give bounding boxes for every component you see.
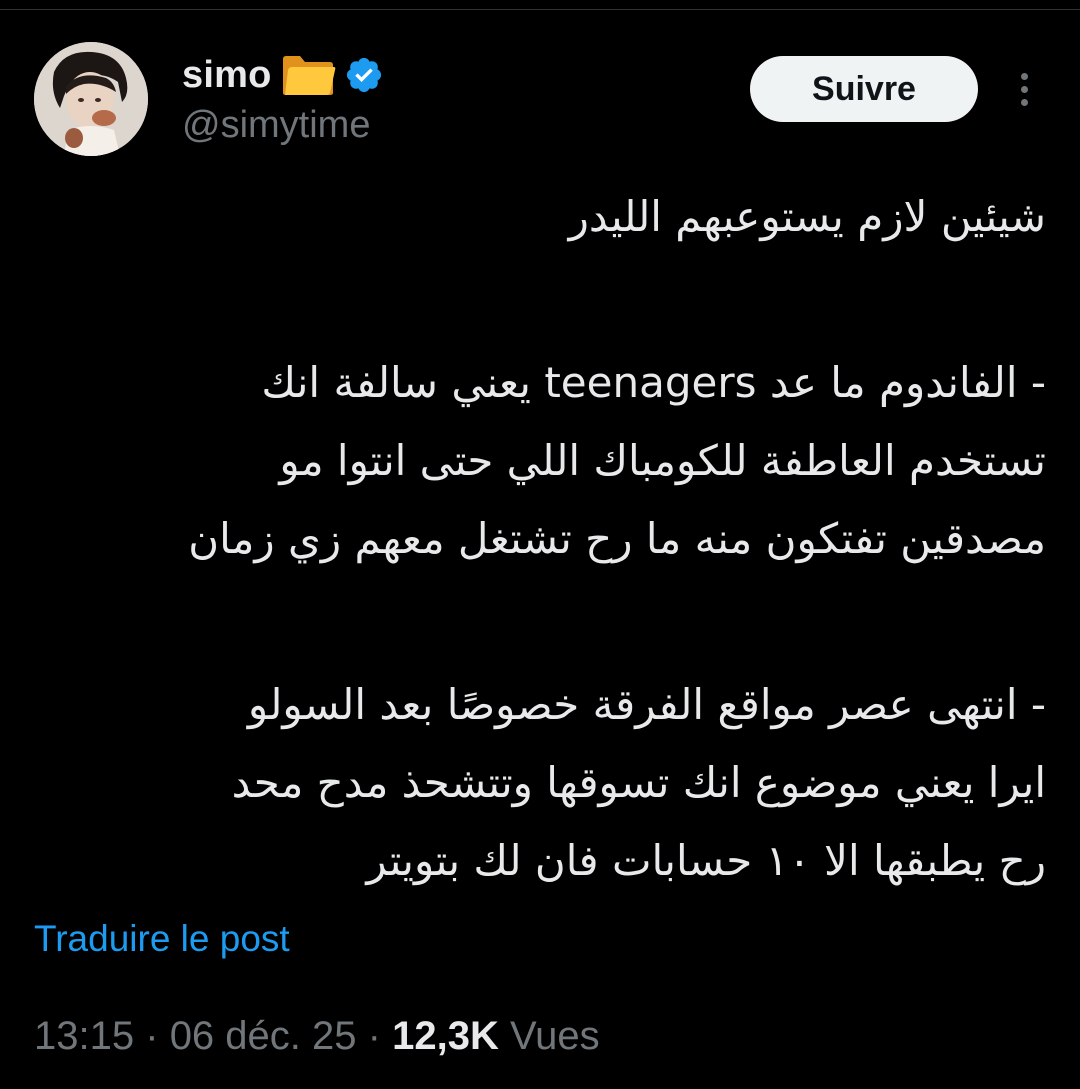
views-count[interactable]: 12,3K — [392, 1014, 499, 1058]
tweet-line: مصدقين تفتكون منه ما رح تشتغل معهم زي زم… — [188, 514, 1046, 563]
verified-icon[interactable] — [344, 55, 384, 95]
more-dot — [1020, 98, 1028, 106]
tweet-line: ايرا يعني موضوع انك تسوقها وتتشحذ مدح مح… — [231, 758, 1046, 807]
top-divider — [0, 0, 1080, 10]
tweet-text: شيئين لازم يستوعبهم الليدر - الفاندوم ما… — [188, 178, 1046, 900]
tweet-line: شيئين لازم يستوعبهم الليدر — [568, 192, 1046, 241]
tweet-date[interactable]: 06 déc. 25 — [170, 1014, 357, 1058]
tweet-line: - انتهى عصر مواقع الفرقة خصوصًا بعد السو… — [247, 680, 1046, 729]
tweet-line: - الفاندوم ما عد teenagers يعني سالفة ان… — [261, 358, 1046, 407]
author-handle[interactable]: @simytime — [182, 104, 370, 147]
folder-icon — [280, 53, 336, 97]
author-name-row[interactable]: simo — [182, 50, 384, 100]
tweet-meta: 13:15 · 06 déc. 25 · 12,3K Vues — [34, 1014, 600, 1059]
avatar[interactable] — [34, 42, 148, 156]
meta-separator: · — [367, 1014, 381, 1058]
tweet-line: رح يطبقها الا ١٠ حسابات فان لك بتويتر — [366, 836, 1046, 885]
author-display-name[interactable]: simo — [182, 54, 272, 97]
translate-post-link[interactable]: Traduire le post — [34, 918, 290, 960]
tweet-time[interactable]: 13:15 — [34, 1014, 134, 1058]
more-options-icon[interactable] — [1004, 66, 1044, 112]
more-dot — [1020, 72, 1028, 80]
more-dot — [1020, 85, 1028, 93]
tweet-line: تستخدم العاطفة للكومباك اللي حتى انتوا م… — [279, 436, 1046, 485]
meta-separator: · — [145, 1014, 159, 1058]
views-label[interactable]: Vues — [510, 1014, 600, 1058]
follow-button[interactable]: Suivre — [750, 56, 978, 122]
